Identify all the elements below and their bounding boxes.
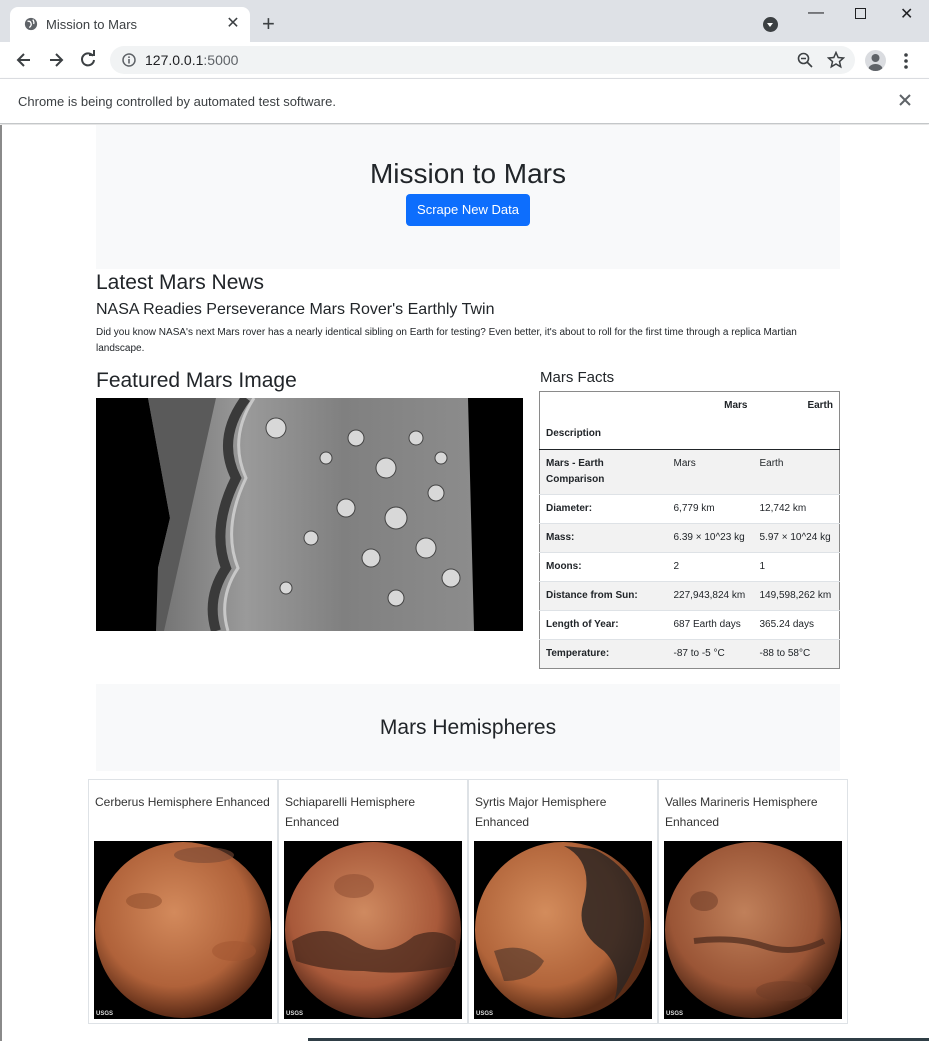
hemisphere-card-schiaparelli: Schiaparelli Hemisphere Enhanced USGS bbox=[278, 779, 468, 1024]
hemisphere-card-syrtis-major: Syrtis Major Hemisphere Enhanced USGS bbox=[468, 779, 658, 1024]
url-text[interactable]: 127.0.0.1:5000 bbox=[145, 52, 238, 68]
usgs-logo: USGS bbox=[666, 1011, 684, 1017]
automation-infobar: Chrome is being controlled by automated … bbox=[0, 78, 929, 124]
fact-mars-value: -87 to -5 °C bbox=[673, 647, 725, 659]
facts-header-earth: Earth bbox=[807, 400, 833, 411]
hemisphere-card-cerberus: Cerberus Hemisphere Enhanced USGS bbox=[88, 779, 278, 1024]
hemisphere-title: Valles Marineris Hemisphere Enhanced bbox=[665, 795, 818, 829]
scrape-new-data-button[interactable]: Scrape New Data bbox=[406, 194, 530, 226]
url-port: :5000 bbox=[203, 52, 239, 68]
infobar-close-icon[interactable] bbox=[898, 93, 912, 107]
fact-earth-value: -88 to 58°C bbox=[759, 647, 811, 659]
more-menu-icon[interactable] bbox=[903, 52, 909, 70]
fact-mars-value: Mars bbox=[673, 457, 696, 469]
page-title: Mission to Mars bbox=[369, 158, 567, 189]
fact-mars-value: 6.39 × 10^23 kg bbox=[673, 531, 745, 543]
table-row: Diameter: 6,779 km 12,742 km bbox=[539, 494, 840, 523]
usgs-logo: USGS bbox=[96, 1011, 114, 1017]
fact-label: Mass: bbox=[546, 531, 575, 543]
fact-label: Length of Year: bbox=[546, 618, 619, 630]
news-section-title: Latest Mars News bbox=[96, 271, 265, 294]
featured-mars-image bbox=[96, 398, 523, 631]
maximize-icon[interactable] bbox=[855, 8, 867, 20]
fact-mars-value: 2 bbox=[673, 560, 680, 572]
fact-label: Mars - Earth Comparison bbox=[546, 457, 605, 485]
window-close-icon[interactable]: ✕ bbox=[900, 4, 913, 24]
table-row: Moons: 2 1 bbox=[539, 552, 840, 581]
page-content: Mission to Mars Scrape New Data Latest M… bbox=[0, 125, 929, 1041]
facts-header-blank bbox=[540, 392, 668, 421]
fact-label: Temperature: bbox=[546, 647, 610, 659]
fact-mars-value: 227,943,824 km bbox=[673, 589, 746, 601]
featured-image-title: Featured Mars Image bbox=[96, 369, 297, 392]
back-arrow-icon[interactable] bbox=[14, 50, 34, 70]
forward-arrow-icon[interactable] bbox=[46, 50, 66, 70]
tab-search-icon[interactable] bbox=[763, 17, 778, 32]
profile-avatar-icon[interactable] bbox=[865, 50, 886, 71]
fact-mars-value: 687 Earth days bbox=[673, 618, 741, 630]
fact-label: Moons: bbox=[546, 560, 582, 572]
browser-tabstrip: Mission to Mars ✕ + — ✕ bbox=[0, 0, 929, 42]
fact-earth-value: Earth bbox=[759, 457, 784, 469]
browser-toolbar: 127.0.0.1:5000 bbox=[0, 42, 929, 78]
hemispheres-title: Mars Hemispheres bbox=[379, 716, 557, 739]
new-tab-icon[interactable]: + bbox=[262, 13, 275, 35]
schiaparelli-hemisphere-image: USGS bbox=[284, 841, 462, 1019]
facts-header-mars: Mars bbox=[724, 400, 748, 411]
hemisphere-card-valles-marineris: Valles Marineris Hemisphere Enhanced USG… bbox=[658, 779, 848, 1024]
bookmark-star-icon[interactable] bbox=[827, 51, 845, 69]
hemisphere-title: Schiaparelli Hemisphere Enhanced bbox=[285, 795, 416, 829]
tab-close-icon[interactable]: ✕ bbox=[224, 15, 242, 33]
news-headline: NASA Readies Perseverance Mars Rover's E… bbox=[96, 301, 495, 318]
table-row: Mars - Earth Comparison Mars Earth bbox=[539, 449, 840, 494]
table-row: Mass: 6.39 × 10^23 kg 5.97 × 10^24 kg bbox=[539, 523, 840, 552]
url-host: 127.0.0.1 bbox=[145, 52, 204, 68]
reload-icon[interactable] bbox=[78, 50, 98, 70]
tab-title: Mission to Mars bbox=[46, 17, 138, 32]
fact-label: Distance from Sun: bbox=[546, 589, 638, 601]
table-row: Distance from Sun: 227,943,824 km 149,59… bbox=[539, 581, 840, 610]
fact-mars-value: 6,779 km bbox=[673, 502, 715, 514]
fact-earth-value: 5.97 × 10^24 kg bbox=[759, 531, 831, 543]
hemispheres-grid: Cerberus Hemisphere Enhanced USGS Schiap… bbox=[88, 779, 848, 1024]
mars-facts-table: Mars Earth Description Mars - Earth Comp… bbox=[539, 391, 840, 669]
minimize-icon[interactable]: — bbox=[808, 4, 824, 22]
zoom-icon[interactable] bbox=[797, 52, 813, 68]
hemispheres-header: Mars Hemispheres bbox=[96, 684, 840, 771]
jumbotron: Mission to Mars Scrape New Data bbox=[96, 125, 840, 269]
facts-body: Mars - Earth Comparison Mars Earth Diame… bbox=[539, 449, 840, 668]
usgs-logo: USGS bbox=[476, 1011, 494, 1017]
mars-facts-title: Mars Facts bbox=[540, 369, 615, 386]
globe-icon bbox=[24, 17, 38, 31]
table-row: Temperature: -87 to -5 °C -88 to 58°C bbox=[539, 639, 840, 668]
syrtis-major-hemisphere-image: USGS bbox=[474, 841, 652, 1019]
fact-earth-value: 365.24 days bbox=[759, 618, 815, 630]
table-row: Length of Year: 687 Earth days 365.24 da… bbox=[539, 610, 840, 639]
fact-earth-value: 12,742 km bbox=[759, 502, 807, 514]
facts-description-label: Description bbox=[539, 420, 840, 450]
info-icon[interactable] bbox=[122, 53, 136, 67]
cerberus-hemisphere-image: USGS bbox=[94, 841, 272, 1019]
infobar-message: Chrome is being controlled by automated … bbox=[18, 94, 336, 109]
fact-earth-value: 1 bbox=[759, 560, 766, 572]
news-paragraph: Did you know NASA's next Mars rover has … bbox=[96, 327, 797, 354]
fact-earth-value: 149,598,262 km bbox=[759, 589, 832, 601]
browser-tab[interactable]: Mission to Mars ✕ bbox=[10, 7, 250, 42]
hemisphere-title: Syrtis Major Hemisphere Enhanced bbox=[475, 795, 607, 829]
fact-label: Diameter: bbox=[546, 502, 593, 514]
hemisphere-title: Cerberus Hemisphere Enhanced bbox=[95, 795, 270, 809]
valles-marineris-hemisphere-image: USGS bbox=[664, 841, 842, 1019]
address-bar[interactable]: 127.0.0.1:5000 bbox=[110, 46, 855, 74]
usgs-logo: USGS bbox=[286, 1011, 304, 1017]
